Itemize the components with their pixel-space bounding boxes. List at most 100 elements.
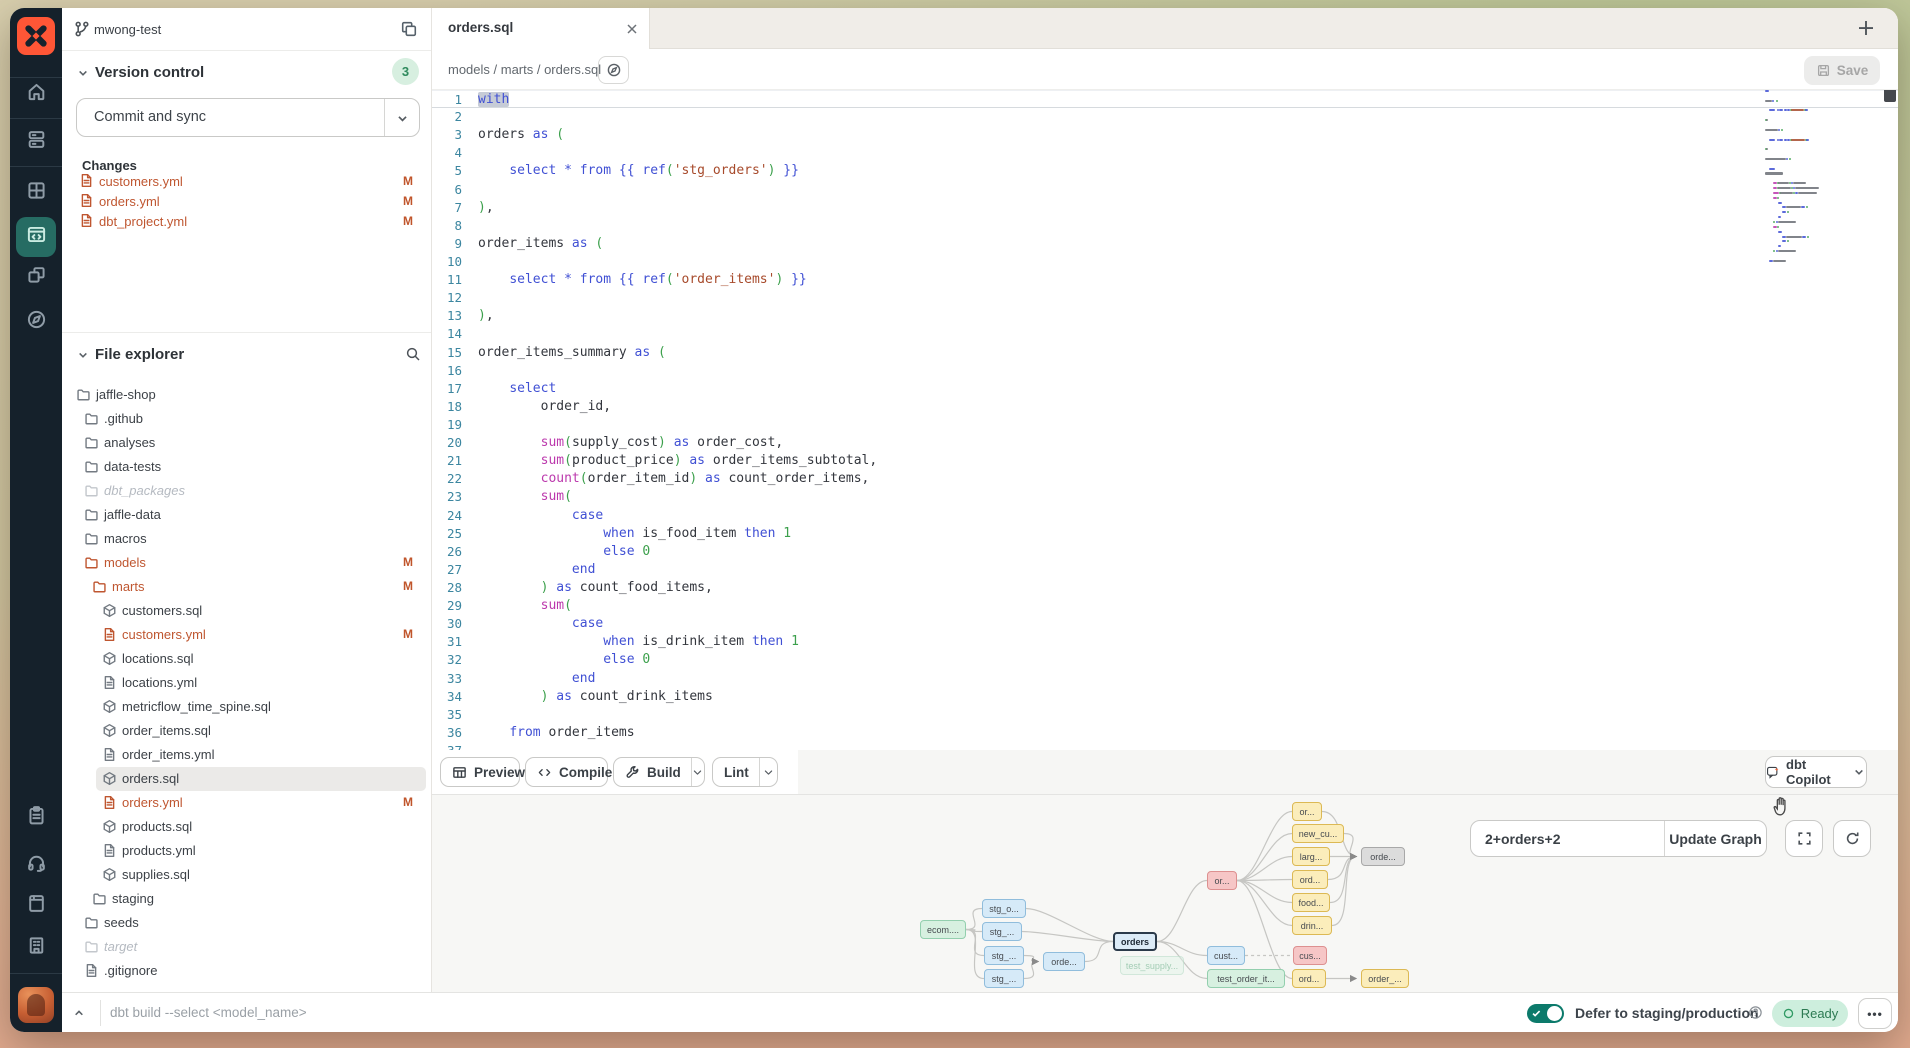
lint-button[interactable]: Lint [712,757,778,787]
lineage-node-y3[interactable]: larg... [1292,847,1330,866]
fullscreen-button[interactable] [1785,820,1823,857]
commit-and-sync-button[interactable]: Commit and sync [76,98,420,137]
version-control-title[interactable]: Version control [95,64,204,81]
changed-file-row[interactable]: dbt_project.yml M [62,211,431,231]
lineage-node-cuspink[interactable]: cus... [1293,946,1327,965]
code-line-15: 15order_items_summary as ( [432,344,1898,362]
tree-item-locations-yml[interactable]: locations.yml [62,671,431,695]
line-number: 36 [432,724,478,742]
lineage-node-y6[interactable]: drin... [1292,916,1332,935]
more-options-button[interactable]: ••• [1858,998,1892,1029]
dbt-copilot-button[interactable]: dbt Copilot [1765,756,1867,788]
rail-item-notebooks[interactable] [16,886,56,926]
lineage-node-stg3[interactable]: stg_... [984,946,1024,965]
tree-item-seeds[interactable]: seeds [62,911,431,935]
tree-item-customers-sql[interactable]: customers.sql [62,599,431,623]
lineage-node-stg2[interactable]: stg_... [982,922,1022,941]
tree-item-jaffle-shop[interactable]: jaffle-shop [62,383,431,407]
code-line-35: 35 [432,706,1898,724]
copy-branch-icon[interactable] [400,20,418,38]
rail-item-explore[interactable] [16,302,56,342]
lineage-node-y4[interactable]: ord... [1292,870,1328,889]
code-line-16: 16 [432,362,1898,380]
editor-scrollbar[interactable] [1884,90,1896,102]
lineage-node-ordy[interactable]: ord... [1292,969,1326,988]
rail-item-home[interactable] [16,74,56,114]
rail-item-tasks[interactable] [16,798,56,838]
new-tab-button[interactable] [1856,18,1876,38]
file-explorer-title[interactable]: File explorer [95,346,184,363]
tree-item-order-items-sql[interactable]: order_items.sql [62,719,431,743]
compile-button[interactable]: Compile [525,757,608,787]
lineage-node-ghost[interactable]: test_supply... [1120,956,1184,975]
changed-file-row[interactable]: customers.yml M [62,171,431,191]
chevron-down-icon[interactable] [759,766,777,779]
rail-item-catalog[interactable] [16,173,56,213]
preview-button[interactable]: Preview [440,757,520,787]
tree-item-orders-sql[interactable]: orders.sql [62,767,431,791]
update-graph-button[interactable]: Update Graph [1665,821,1766,856]
tree-item-analyses[interactable]: analyses [62,431,431,455]
code-editor[interactable]: 1with23orders as (45 select * from {{ re… [432,90,1898,750]
tree-item-metricflow-time-spine-sql[interactable]: metricflow_time_spine.sql [62,695,431,719]
minimap[interactable] [1765,90,1851,310]
lineage-node-ordery2[interactable]: order_... [1361,969,1409,988]
lineage-node-y2[interactable]: new_cu... [1292,824,1344,843]
tree-item-orders-yml[interactable]: orders.ymlM [62,791,431,815]
tree-item-products-yml[interactable]: products.yml [62,839,431,863]
lineage-node-stg4[interactable]: stg_... [984,969,1024,988]
rail-item-support[interactable] [16,845,56,885]
tree-item-marts[interactable]: martsM [62,575,431,599]
tree-item--github[interactable]: .github [62,407,431,431]
rail-item-deploy[interactable] [16,122,56,162]
tree-item-products-sql[interactable]: products.sql [62,815,431,839]
user-avatar[interactable] [18,987,54,1023]
lineage-selector-input[interactable] [1471,821,1664,856]
tree-item-order-items-yml[interactable]: order_items.yml [62,743,431,767]
chevron-down-icon[interactable] [76,66,90,80]
build-button[interactable]: Build [613,757,705,787]
rail-divider [10,118,62,119]
tree-item-dbt-packages[interactable]: dbt_packages [62,479,431,503]
dbt-logo[interactable] [17,17,55,55]
lineage-node-cust[interactable]: cust... [1207,946,1245,965]
defer-toggle[interactable] [1527,1004,1564,1023]
rail-item-organization[interactable] [16,928,56,968]
chevron-down-icon[interactable] [691,766,704,779]
tree-item-target[interactable]: target [62,935,431,959]
info-icon[interactable] [1748,1005,1763,1020]
file-icon [79,193,94,208]
close-tab-icon[interactable] [626,22,638,34]
lineage-node-stg1[interactable]: stg_o... [982,899,1026,918]
lineage-node-ordeL[interactable]: orde... [1043,952,1085,971]
tree-item-supplies-sql[interactable]: supplies.sql [62,863,431,887]
save-button[interactable]: Save [1804,56,1880,85]
tree-item-data-tests[interactable]: data-tests [62,455,431,479]
search-icon[interactable] [405,346,421,362]
dbt-command-input[interactable] [110,993,870,1032]
lineage-node-testorder[interactable]: test_order_it... [1207,969,1285,988]
lineage-node-ecom[interactable]: ecom.... [920,920,966,939]
tree-item-locations-sql[interactable]: locations.sql [62,647,431,671]
changed-file-row[interactable]: orders.yml M [62,191,431,211]
commit-button-label: Commit and sync [94,109,206,125]
refresh-button[interactable] [1833,820,1871,857]
tree-item-customers-yml[interactable]: customers.ymlM [62,623,431,647]
lineage-node-y1[interactable]: or... [1292,802,1322,821]
lineage-node-y5[interactable]: food... [1292,893,1330,912]
tree-item-staging[interactable]: staging [62,887,431,911]
tree-item-models[interactable]: modelsM [62,551,431,575]
tree-item-macros[interactable]: macros [62,527,431,551]
lineage-node-orders[interactable]: orders [1113,932,1157,951]
tree-item-jaffle-data[interactable]: jaffle-data [62,503,431,527]
lineage-node-orpink[interactable]: or... [1207,871,1237,890]
tab-orders-sql[interactable]: orders.sql [432,8,650,49]
rail-item-orchestration[interactable] [16,257,56,297]
tree-item--gitignore[interactable]: .gitignore [62,959,431,983]
chevron-down-icon[interactable] [395,111,410,126]
rail-item-studio-ide[interactable] [16,217,56,257]
chevron-up-icon[interactable] [72,1006,86,1020]
lineage-node-grayorde[interactable]: orde... [1361,847,1405,866]
chevron-down-icon[interactable] [76,348,90,362]
open-in-explorer-button[interactable] [598,56,629,84]
